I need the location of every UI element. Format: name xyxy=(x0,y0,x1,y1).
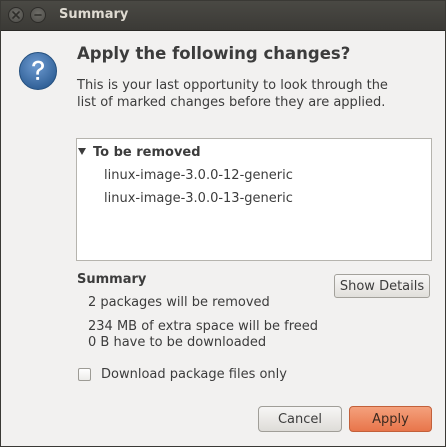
apply-button[interactable]: Apply xyxy=(349,406,432,432)
show-details-button[interactable]: Show Details xyxy=(334,274,430,298)
download-only-checkbox[interactable] xyxy=(78,368,91,381)
dialog-description: This is your last opportunity to look th… xyxy=(77,78,388,110)
tree-item-package[interactable]: linux-image-3.0.0-12-generic xyxy=(104,168,293,183)
summary-dialog-window: Summary Apply the following changes? Thi… xyxy=(0,0,446,447)
summary-space-freed: 234 MB of extra space will be freed xyxy=(88,319,319,334)
summary-removed-count: 2 packages will be removed xyxy=(88,295,270,310)
title-bar: Summary xyxy=(1,1,445,31)
window-minimize-button[interactable] xyxy=(30,7,46,23)
window-title: Summary xyxy=(59,7,129,22)
minimize-icon xyxy=(34,14,42,16)
tree-group-label: To be removed xyxy=(93,145,201,160)
download-only-option[interactable]: Download package files only xyxy=(78,367,287,382)
changes-tree[interactable]: To be removed linux-image-3.0.0-12-gener… xyxy=(76,138,432,261)
close-icon xyxy=(12,11,20,19)
download-only-label[interactable]: Download package files only xyxy=(101,367,287,382)
window-close-button[interactable] xyxy=(8,7,24,23)
summary-heading: Summary xyxy=(77,272,147,287)
summary-download-size: 0 B have to be downloaded xyxy=(88,335,267,350)
tree-item-package[interactable]: linux-image-3.0.0-13-generic xyxy=(104,191,293,206)
expander-arrow-icon[interactable] xyxy=(78,148,86,155)
question-icon xyxy=(19,52,57,90)
cancel-button[interactable]: Cancel xyxy=(258,406,342,432)
dialog-heading: Apply the following changes? xyxy=(77,44,351,63)
